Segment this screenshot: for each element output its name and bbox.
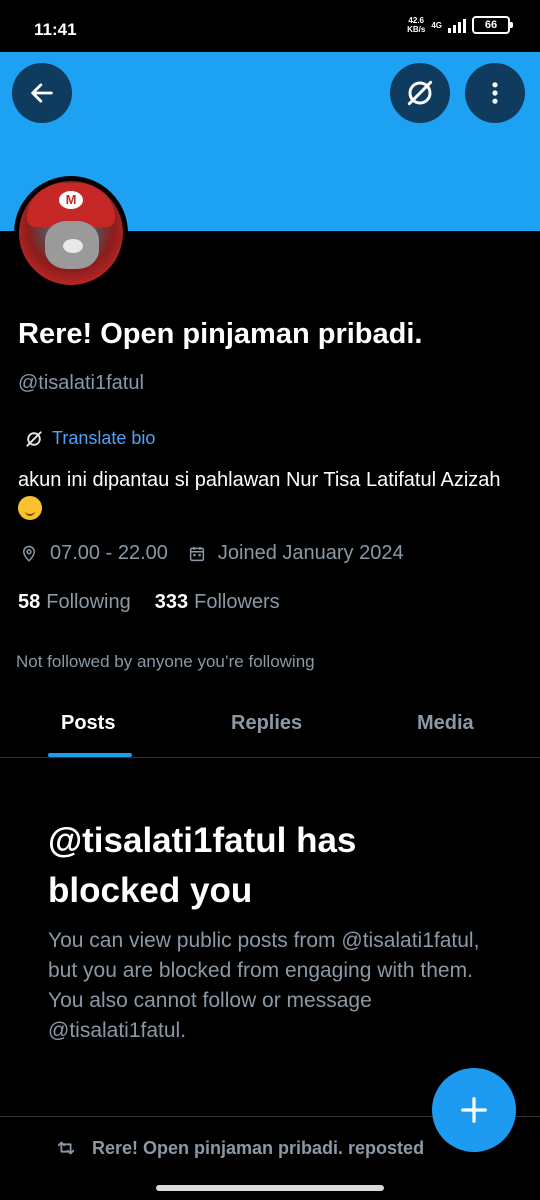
translate-bio-label: Translate bio bbox=[52, 428, 156, 448]
calendar-icon bbox=[189, 546, 204, 561]
profile-meta: 07.00 - 22.00 Joined January 2024 bbox=[20, 542, 424, 565]
active-tab-indicator bbox=[48, 753, 132, 757]
compose-button[interactable] bbox=[432, 1068, 516, 1152]
battery-icon: 66 bbox=[472, 16, 513, 34]
profile-handle: @tisalati1fatul bbox=[18, 372, 144, 394]
translate-icon bbox=[407, 80, 433, 106]
not-followed-notice: Not followed by anyone you’re following bbox=[16, 652, 315, 671]
home-indicator[interactable] bbox=[156, 1185, 384, 1191]
following-link[interactable]: 58 Following bbox=[18, 591, 131, 614]
status-bar: 11:41 42.6 KB/s 4G 66 bbox=[0, 0, 540, 52]
network-speed: 42.6 KB/s bbox=[407, 16, 425, 34]
more-options-button[interactable] bbox=[465, 63, 525, 123]
repost-icon bbox=[57, 1141, 75, 1155]
smiling-emoji-icon bbox=[18, 496, 42, 520]
profile-name: Rere! Open pinjaman pribadi. bbox=[18, 318, 423, 350]
translate-bio-link[interactable]: Translate bio bbox=[24, 428, 155, 449]
location-pin-icon bbox=[22, 545, 36, 562]
status-icons: 42.6 KB/s 4G 66 bbox=[407, 16, 513, 34]
repost-indicator: Rere! Open pinjaman pribadi. reposted bbox=[54, 1137, 424, 1159]
followers-count: 333 bbox=[154, 591, 189, 613]
profile-bio: akun ini dipantau si pahlawan Nur Tisa L… bbox=[18, 465, 528, 525]
status-time: 11:41 bbox=[34, 20, 77, 39]
arrow-left-icon bbox=[31, 83, 53, 103]
followers-label: Followers bbox=[194, 591, 280, 613]
signal-icon bbox=[448, 17, 466, 33]
network-speed-value: 42.6 bbox=[408, 16, 424, 25]
avatar[interactable]: M bbox=[14, 176, 128, 290]
network-speed-unit: KB/s bbox=[407, 25, 426, 34]
avatar-image: M bbox=[19, 181, 123, 285]
translate-icon bbox=[26, 430, 42, 447]
bio-text: akun ini dipantau si pahlawan Nur Tisa L… bbox=[18, 469, 501, 491]
tab-posts[interactable]: Posts bbox=[61, 712, 115, 735]
profile-tabs: Posts Replies Media bbox=[0, 696, 540, 758]
network-type: 4G bbox=[431, 20, 442, 30]
translate-button[interactable] bbox=[390, 63, 450, 123]
profile-joined: Joined January 2024 bbox=[217, 542, 404, 564]
plus-icon bbox=[461, 1097, 487, 1123]
tab-media[interactable]: Media bbox=[417, 712, 474, 735]
more-vertical-icon bbox=[492, 82, 498, 104]
following-label: Following bbox=[46, 591, 131, 613]
blocked-title: @tisalati1fatul has blocked you bbox=[48, 821, 357, 910]
back-button[interactable] bbox=[12, 63, 72, 123]
blocked-message: You can view public posts from @tisalati… bbox=[48, 929, 480, 1042]
repost-text: Rere! Open pinjaman pribadi. reposted bbox=[92, 1137, 425, 1158]
tab-replies[interactable]: Replies bbox=[231, 712, 302, 735]
followers-link[interactable]: 333 Followers bbox=[155, 591, 280, 614]
profile-location: 07.00 - 22.00 bbox=[50, 542, 168, 564]
follow-stats: 58 Following 333 Followers bbox=[18, 591, 304, 614]
following-count: 58 bbox=[18, 591, 41, 613]
